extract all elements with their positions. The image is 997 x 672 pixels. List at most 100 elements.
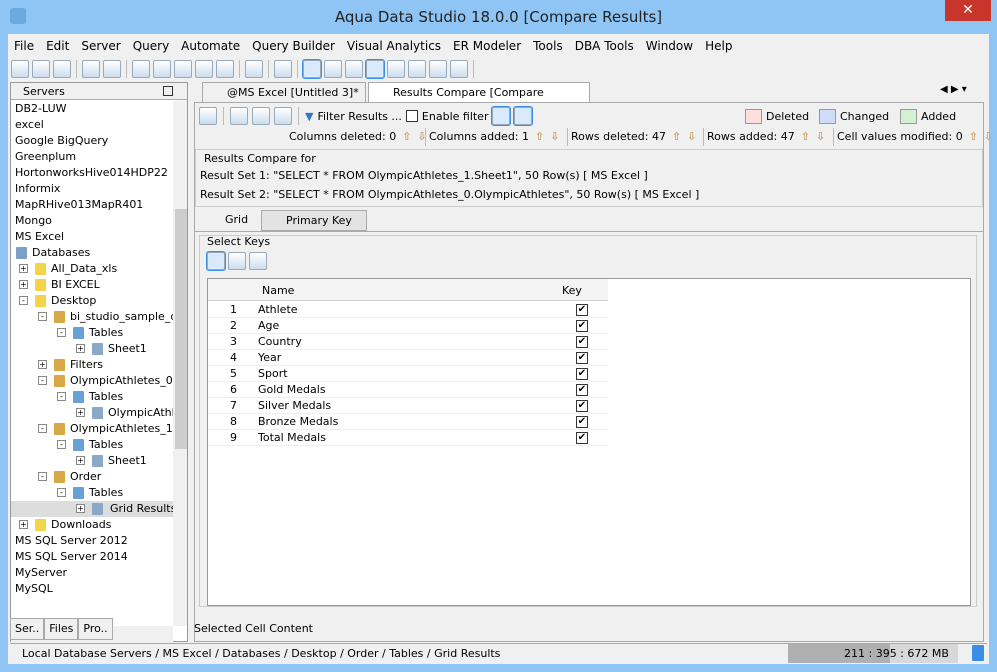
tab-projects[interactable]: Pro..: [78, 618, 113, 640]
tree-item[interactable]: + OlympicAthle: [11, 405, 173, 421]
select-all-keys-icon[interactable]: [206, 251, 226, 271]
tab-files[interactable]: Files: [44, 618, 79, 640]
table-row[interactable]: 4 Year ✔: [208, 350, 608, 366]
tree-item[interactable]: - Order: [11, 469, 173, 485]
tree-item[interactable]: MySQL: [11, 581, 173, 597]
menu-automate[interactable]: Automate: [175, 36, 246, 56]
tree-item[interactable]: - Tables: [11, 325, 173, 341]
key-checkbox[interactable]: ✔: [576, 416, 588, 428]
collapse-icon[interactable]: -: [19, 296, 28, 305]
expand-icon[interactable]: +: [38, 360, 47, 369]
menu-query-builder[interactable]: Query Builder: [246, 36, 341, 56]
close-button[interactable]: ✕: [945, 0, 991, 21]
tree-item[interactable]: MS SQL Server 2012: [11, 533, 173, 549]
tree-item[interactable]: + Filters: [11, 357, 173, 373]
split-horizontal-icon[interactable]: [491, 106, 512, 126]
save-icon[interactable]: [230, 107, 248, 125]
key-checkbox[interactable]: ✔: [576, 368, 588, 380]
toolbar-icon[interactable]: [429, 60, 447, 78]
menu-tools[interactable]: Tools: [527, 36, 569, 56]
restore-icon[interactable]: [163, 86, 173, 96]
tree-item[interactable]: - OlympicAthletes_0: [11, 373, 173, 389]
key-checkbox[interactable]: ✔: [576, 320, 588, 332]
expand-icon[interactable]: +: [19, 280, 28, 289]
tab-nav-arrows[interactable]: ◀ ▶ ▾: [940, 84, 980, 95]
menu-file[interactable]: File: [8, 36, 40, 56]
preview-icon[interactable]: [252, 107, 270, 125]
tree-item[interactable]: - Tables: [11, 437, 173, 453]
vertical-scrollbar[interactable]: [173, 101, 187, 626]
key-checkbox[interactable]: ✔: [576, 384, 588, 396]
toolbar-icon[interactable]: [195, 60, 213, 78]
header-name[interactable]: Name: [262, 284, 294, 297]
enable-filter-checkbox[interactable]: [405, 110, 418, 122]
toolbar-icon[interactable]: [153, 60, 171, 78]
toolbar-icon[interactable]: [450, 60, 468, 78]
scroll-thumb[interactable]: [175, 209, 187, 449]
key-checkbox[interactable]: ✔: [576, 352, 588, 364]
toolbar-icon[interactable]: [103, 60, 121, 78]
subtab-primary-key[interactable]: Primary Key: [261, 210, 367, 231]
table-row[interactable]: 2 Age ✔: [208, 318, 608, 334]
next-arrow-icon[interactable]: ⇩: [550, 130, 559, 143]
tree-item[interactable]: Databases: [11, 245, 173, 261]
tree-item[interactable]: excel: [11, 117, 173, 133]
expand-icon[interactable]: +: [19, 264, 28, 273]
menu-help[interactable]: Help: [699, 36, 738, 56]
toolbar-icon[interactable]: [32, 60, 50, 78]
toolbar-icon[interactable]: [216, 60, 234, 78]
tree-item[interactable]: + Grid Results: [11, 501, 173, 517]
deselect-keys-icon[interactable]: [228, 252, 246, 270]
menu-visual-analytics[interactable]: Visual Analytics: [341, 36, 447, 56]
table-row[interactable]: 9 Total Medals ✔: [208, 430, 608, 446]
filter-icon[interactable]: ▼: [305, 110, 313, 123]
toolbar-icon[interactable]: [324, 60, 342, 78]
expand-icon[interactable]: +: [76, 408, 85, 417]
table-row[interactable]: 5 Sport ✔: [208, 366, 608, 382]
tree-item[interactable]: - Tables: [11, 389, 173, 405]
prev-arrow-icon[interactable]: ⇧: [969, 130, 978, 143]
table-row[interactable]: 1 Athlete ✔: [208, 302, 608, 318]
collapse-icon[interactable]: -: [38, 376, 47, 385]
table-row[interactable]: 3 Country ✔: [208, 334, 608, 350]
tree-item[interactable]: - Desktop: [11, 293, 173, 309]
tree-item[interactable]: + Sheet1: [11, 453, 173, 469]
tree-item[interactable]: Google BigQuery: [11, 133, 173, 149]
tree-item[interactable]: DB2-LUW: [11, 101, 173, 117]
toolbar-icon[interactable]: [53, 60, 71, 78]
tree-item[interactable]: + All_Data_xls: [11, 261, 173, 277]
toolbar-icon[interactable]: [408, 60, 426, 78]
collapse-icon[interactable]: -: [57, 328, 66, 337]
excel-export-icon[interactable]: [274, 107, 292, 125]
collapse-icon[interactable]: -: [38, 472, 47, 481]
expand-icon[interactable]: +: [19, 520, 28, 529]
key-checkbox[interactable]: ✔: [576, 400, 588, 412]
menu-query[interactable]: Query: [127, 36, 175, 56]
collapse-icon[interactable]: -: [57, 392, 66, 401]
next-arrow-icon[interactable]: ⇩: [816, 130, 825, 143]
header-key[interactable]: Key: [562, 284, 582, 297]
key-checkbox[interactable]: ✔: [576, 432, 588, 444]
next-arrow-icon[interactable]: ⇩: [984, 130, 993, 143]
menu-server[interactable]: Server: [75, 36, 126, 56]
tree-item[interactable]: Mongo: [11, 213, 173, 229]
tree-item[interactable]: Informix: [11, 181, 173, 197]
menu-dba-tools[interactable]: DBA Tools: [569, 36, 640, 56]
menu-edit[interactable]: Edit: [40, 36, 75, 56]
tree-item[interactable]: + Sheet1: [11, 341, 173, 357]
table-row[interactable]: 7 Silver Medals ✔: [208, 398, 608, 414]
table-row[interactable]: 6 Gold Medals ✔: [208, 382, 608, 398]
collapse-icon[interactable]: -: [38, 312, 47, 321]
reset-keys-icon[interactable]: [249, 252, 267, 270]
toolbar-icon[interactable]: [345, 60, 363, 78]
refresh-icon[interactable]: [199, 107, 217, 125]
expand-icon[interactable]: +: [76, 344, 85, 353]
tree-item[interactable]: - OlympicAthletes_1: [11, 421, 173, 437]
toolbar-icon[interactable]: [302, 59, 322, 79]
toolbar-icon[interactable]: [132, 60, 150, 78]
garbage-collect-icon[interactable]: [972, 645, 984, 661]
tree-item[interactable]: - Tables: [11, 485, 173, 501]
tree-item[interactable]: - bi_studio_sample_da: [11, 309, 173, 325]
filter-results-button[interactable]: Filter Results ...: [317, 110, 401, 123]
tree-item[interactable]: MapRHive013MapR401: [11, 197, 173, 213]
